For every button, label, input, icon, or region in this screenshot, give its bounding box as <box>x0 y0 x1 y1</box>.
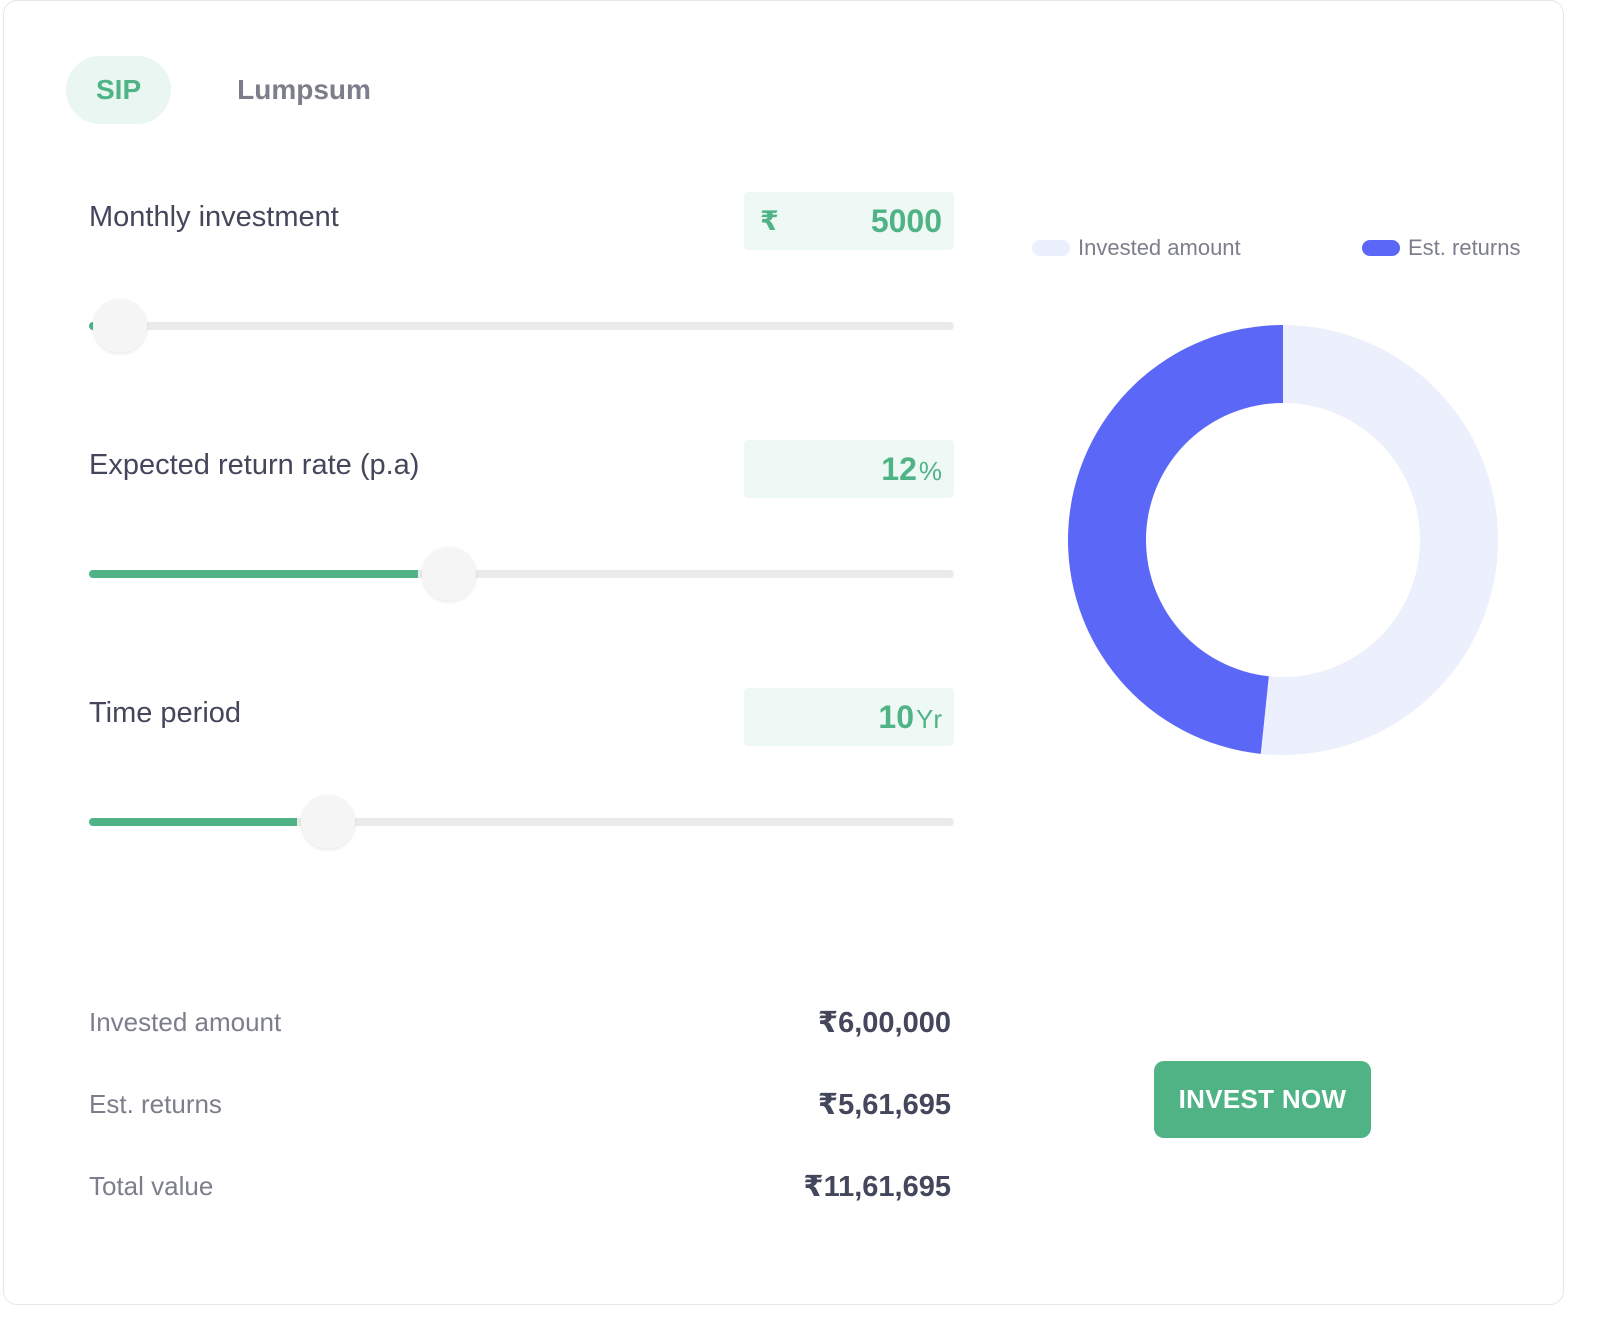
donut-slice-returns <box>1067 325 1283 754</box>
summary-label: Total value <box>89 1171 214 1201</box>
return-rate-label: Expected return rate (p.a) <box>89 449 420 481</box>
summary-invested-row: Invested amount ₹6,00,000 <box>89 1005 951 1040</box>
monthly-investment-slider[interactable] <box>89 296 954 356</box>
slider-fill <box>89 818 297 826</box>
legend-invested: Invested amount <box>1032 235 1241 261</box>
slider-thumb[interactable] <box>300 795 355 849</box>
legend-label: Invested amount <box>1078 235 1241 260</box>
slider-fill <box>89 570 418 578</box>
legend-label: Est. returns <box>1408 235 1521 260</box>
summary-label: Est. returns <box>89 1089 222 1119</box>
time-period-unit: Yr <box>916 703 942 734</box>
time-period-input[interactable]: 10 Yr <box>744 688 954 746</box>
slider-track <box>89 322 954 330</box>
summary-value: ₹6,00,000 <box>817 1007 951 1039</box>
tab-lumpsum[interactable]: Lumpsum <box>207 56 401 124</box>
monthly-investment-value: 5000 <box>870 202 942 239</box>
calculator-tabs: SIP Lumpsum <box>66 56 401 124</box>
donut-slice-invested <box>1260 325 1498 755</box>
return-rate-value: 12 <box>881 450 917 487</box>
legend-swatch-returns <box>1362 240 1400 256</box>
returns-donut-chart <box>1067 325 1498 755</box>
return-rate-slider[interactable] <box>89 544 954 604</box>
summary-total-row: Total value ₹11,61,695 <box>89 1169 951 1204</box>
slider-thumb[interactable] <box>421 547 476 601</box>
return-rate-input[interactable]: 12 % <box>744 440 954 498</box>
sip-calculator-card: SIP Lumpsum Monthly investment ₹ 5000 Ex… <box>3 0 1564 1305</box>
legend-returns: Est. returns <box>1362 235 1520 261</box>
slider-thumb[interactable] <box>93 299 147 353</box>
monthly-investment-label: Monthly investment <box>89 201 339 233</box>
legend-swatch-invested <box>1032 240 1070 256</box>
rupee-icon: ₹ <box>760 205 779 236</box>
time-period-slider[interactable] <box>89 792 954 852</box>
summary-value: ₹11,61,695 <box>803 1171 951 1203</box>
time-period-label: Time period <box>89 697 242 729</box>
time-period-value: 10 <box>878 698 914 735</box>
invest-now-button[interactable]: INVEST NOW <box>1154 1061 1371 1138</box>
tab-sip[interactable]: SIP <box>66 56 172 124</box>
monthly-investment-input[interactable]: ₹ 5000 <box>744 192 954 250</box>
summary-returns-row: Est. returns ₹5,61,695 <box>89 1087 951 1122</box>
return-rate-unit: % <box>918 455 942 486</box>
summary-value: ₹5,61,695 <box>817 1089 951 1121</box>
summary-label: Invested amount <box>89 1007 282 1037</box>
